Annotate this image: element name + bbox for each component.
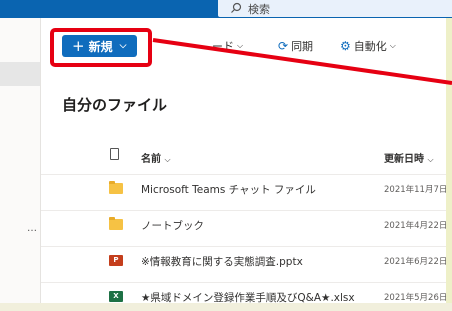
onedrive-window: 検索 … + 新規 ⌵ ード ⌵ ⟳ 同期 ⚙ 自動化 ⌵ 自分のファイル 名前…	[0, 0, 452, 304]
file-modified: 2021年5月26日	[384, 293, 448, 303]
file-row[interactable]: P ※情報教育に関する実態調査.pptx 2021年6月22日	[41, 246, 448, 275]
search-placeholder: 検索	[248, 3, 270, 16]
download-button-label: ード	[212, 40, 234, 53]
chevron-down-icon: ⌵	[389, 41, 396, 50]
left-nav-truncated-label: …	[27, 223, 37, 234]
highlight-box	[50, 28, 152, 67]
file-name[interactable]: ノートブック	[141, 218, 204, 233]
left-nav-selected-item[interactable]	[0, 62, 40, 86]
automate-button-label: 自動化	[353, 40, 387, 53]
chevron-down-icon: ⌵	[164, 155, 171, 164]
automate-icon: ⚙	[340, 39, 351, 53]
file-row[interactable]: Microsoft Teams チャット ファイル 2021年11月7日	[41, 174, 448, 203]
file-name[interactable]: ※情報教育に関する実態調査.pptx	[141, 254, 303, 269]
chevron-down-icon: ⌵	[237, 41, 244, 50]
column-header-modified[interactable]: 更新日時 ⌵	[384, 150, 434, 165]
folder-icon	[109, 217, 123, 230]
sync-button[interactable]: ⟳ 同期	[278, 38, 313, 54]
search-box[interactable]: 検索	[218, 0, 452, 17]
file-modified: 2021年6月22日	[384, 257, 448, 267]
file-modified: 2021年11月7日	[384, 185, 448, 195]
search-icon	[231, 2, 242, 13]
left-nav: …	[0, 18, 41, 303]
file-modified: 2021年4月22日	[384, 221, 448, 231]
sync-button-label: 同期	[291, 40, 314, 53]
powerpoint-icon: P	[109, 255, 123, 266]
sync-icon: ⟳	[278, 39, 289, 53]
file-name[interactable]: Microsoft Teams チャット ファイル	[141, 182, 316, 197]
automate-button[interactable]: ⚙ 自動化 ⌵	[340, 38, 396, 54]
page-title: 自分のファイル	[62, 96, 168, 114]
column-header-name[interactable]: 名前 ⌵	[141, 150, 171, 165]
file-type-icon	[110, 148, 119, 160]
file-row[interactable]: ノートブック 2021年4月22日	[41, 210, 448, 239]
chevron-down-icon: ⌵	[427, 155, 434, 164]
folder-icon	[109, 181, 123, 194]
file-row[interactable]: X ★県域ドメイン登録作業手順及びQ&A★.xlsx 2021年5月26日	[41, 282, 448, 311]
excel-icon: X	[109, 291, 123, 302]
download-button[interactable]: ード ⌵	[212, 38, 243, 54]
